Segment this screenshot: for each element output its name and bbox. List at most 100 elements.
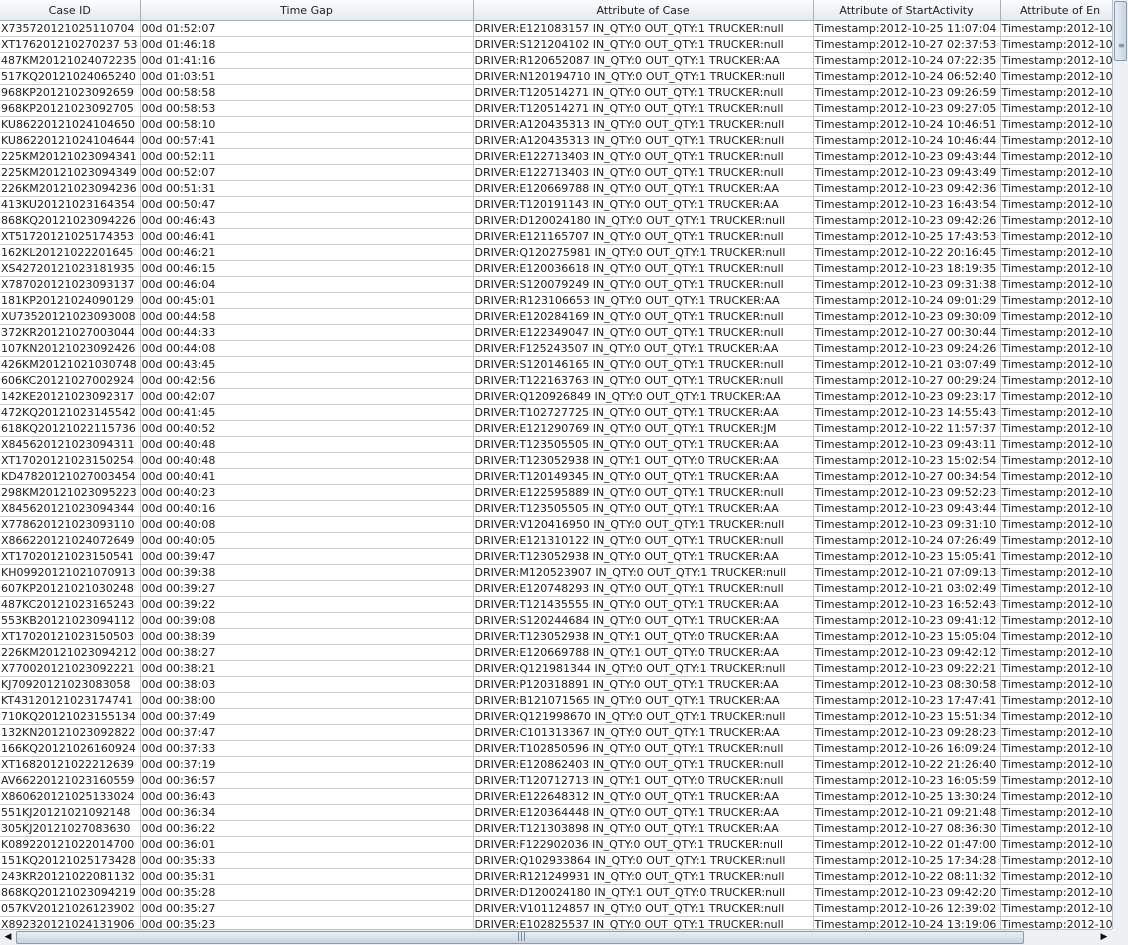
cell-case-id[interactable]: 968KP20121023092705 xyxy=(0,100,141,117)
cell-start-activity[interactable]: Timestamp:2012-10-23 15:51:34 xyxy=(813,708,1001,725)
table-row[interactable]: XT16820121022212639 00d 00:37:19 DRIVER:E1… xyxy=(0,756,1112,773)
cell-end-activity[interactable]: Timestamp:2012-10 xyxy=(1000,868,1112,885)
cell-start-activity[interactable]: Timestamp:2012-10-27 08:36:30 xyxy=(813,820,1001,837)
cell-attribute-of-case[interactable]: DRIVER:S120079249 IN_QTY:0 OUT_QTY:1 TRU… xyxy=(473,276,814,293)
cell-time-gap[interactable]: 00d 00:38:00 xyxy=(140,692,474,709)
cell-case-id[interactable]: 107KN20121023092426 xyxy=(0,340,141,357)
cell-start-activity[interactable]: Timestamp:2012-10-25 17:34:28 xyxy=(813,852,1001,869)
cell-start-activity[interactable]: Timestamp:2012-10-23 09:30:09 xyxy=(813,308,1001,325)
table-row[interactable]: 968KP20121023092659 00d 00:58:58 DRIVER:T1… xyxy=(0,84,1112,101)
cell-time-gap[interactable]: 00d 00:40:05 xyxy=(140,532,474,549)
cell-end-activity[interactable]: Timestamp:2012-10 xyxy=(1000,596,1112,613)
cell-start-activity[interactable]: Timestamp:2012-10-24 13:19:06 xyxy=(813,916,1001,929)
cell-time-gap[interactable]: 00d 00:37:47 xyxy=(140,724,474,741)
cell-case-id[interactable]: XT16820121022212639 xyxy=(0,756,141,773)
cell-start-activity[interactable]: Timestamp:2012-10-25 11:07:04 xyxy=(813,20,1001,37)
cell-case-id[interactable]: XU73520121023093008 xyxy=(0,308,141,325)
cell-attribute-of-case[interactable]: DRIVER:Q102933864 IN_QTY:0 OUT_QTY:1 TRU… xyxy=(473,852,814,869)
cell-attribute-of-case[interactable]: DRIVER:E122349047 IN_QTY:0 OUT_QTY:1 TRU… xyxy=(473,324,814,341)
table-row[interactable]: 372KR20121027003044 00d 00:44:33 DRIVER:E1… xyxy=(0,324,1112,341)
cell-end-activity[interactable]: Timestamp:2012-10 xyxy=(1000,164,1112,181)
cell-attribute-of-case[interactable]: DRIVER:E122595889 IN_QTY:0 OUT_QTY:1 TRU… xyxy=(473,484,814,501)
cell-case-id[interactable]: KU86220121024104644 xyxy=(0,132,141,149)
cell-time-gap[interactable]: 00d 00:36:57 xyxy=(140,772,474,789)
table-row[interactable]: X860620121025133024 00d 00:36:43 DRIVER:E1… xyxy=(0,788,1112,805)
table-row[interactable]: 162KL20121022201645 00d 00:46:21 DRIVER:Q1… xyxy=(0,244,1112,261)
cell-case-id[interactable]: 225KM20121023094341 xyxy=(0,148,141,165)
cell-case-id[interactable]: 517KQ20121024065240 xyxy=(0,68,141,85)
cell-attribute-of-case[interactable]: DRIVER:Q120275981 IN_QTY:0 OUT_QTY:1 TRU… xyxy=(473,244,814,261)
cell-start-activity[interactable]: Timestamp:2012-10-24 06:52:40 xyxy=(813,68,1001,85)
cell-time-gap[interactable]: 00d 01:46:18 xyxy=(140,36,474,53)
cell-time-gap[interactable]: 00d 00:43:45 xyxy=(140,356,474,373)
cell-time-gap[interactable]: 00d 00:58:58 xyxy=(140,84,474,101)
cell-start-activity[interactable]: Timestamp:2012-10-22 21:26:40 xyxy=(813,756,1001,773)
cell-end-activity[interactable]: Timestamp:2012-10 xyxy=(1000,260,1112,277)
cell-start-activity[interactable]: Timestamp:2012-10-25 13:30:24 xyxy=(813,788,1001,805)
cell-start-activity[interactable]: Timestamp:2012-10-23 09:23:17 xyxy=(813,388,1001,405)
cell-end-activity[interactable]: Timestamp:2012-10 xyxy=(1000,228,1112,245)
cell-case-id[interactable]: 372KR20121027003044 xyxy=(0,324,141,341)
horizontal-scroll-thumb[interactable]: ||| xyxy=(16,931,1024,944)
table-row[interactable]: 181KP20121024090129 00d 00:45:01 DRIVER:R1… xyxy=(0,292,1112,309)
horizontal-scrollbar[interactable]: ◀ ||| ▶ xyxy=(0,929,1112,945)
cell-end-activity[interactable]: Timestamp:2012-10 xyxy=(1000,564,1112,581)
table-row[interactable]: 305KJ20121027083630 00d 00:36:22 DRIVER:T1… xyxy=(0,820,1112,837)
cell-case-id[interactable]: 426KM20121021030748 xyxy=(0,356,141,373)
cell-case-id[interactable]: X860620121025133024 xyxy=(0,788,141,805)
cell-end-activity[interactable]: Timestamp:2012-10 xyxy=(1000,804,1112,821)
cell-end-activity[interactable]: Timestamp:2012-10 xyxy=(1000,788,1112,805)
cell-start-activity[interactable]: Timestamp:2012-10-23 09:31:10 xyxy=(813,516,1001,533)
table-row[interactable]: XT17020121023150503 00d 00:38:39 DRIVER:T1… xyxy=(0,628,1112,645)
cell-case-id[interactable]: 181KP20121024090129 xyxy=(0,292,141,309)
cell-start-activity[interactable]: Timestamp:2012-10-23 09:28:23 xyxy=(813,724,1001,741)
cell-time-gap[interactable]: 00d 00:39:27 xyxy=(140,580,474,597)
cell-end-activity[interactable]: Timestamp:2012-10 xyxy=(1000,68,1112,85)
cell-time-gap[interactable]: 00d 00:35:23 xyxy=(140,916,474,929)
cell-end-activity[interactable]: Timestamp:2012-10 xyxy=(1000,884,1112,901)
cell-case-id[interactable]: X778620121023093110 xyxy=(0,516,141,533)
cell-attribute-of-case[interactable]: DRIVER:T120712713 IN_QTY:1 OUT_QTY:0 TRU… xyxy=(473,772,814,789)
cell-start-activity[interactable]: Timestamp:2012-10-24 07:22:35 xyxy=(813,52,1001,69)
cell-start-activity[interactable]: Timestamp:2012-10-23 14:55:43 xyxy=(813,404,1001,421)
cell-start-activity[interactable]: Timestamp:2012-10-21 07:09:13 xyxy=(813,564,1001,581)
cell-start-activity[interactable]: Timestamp:2012-10-22 01:47:00 xyxy=(813,836,1001,853)
table-row[interactable]: X778620121023093110 00d 00:40:08 DRIVER:V1… xyxy=(0,516,1112,533)
cell-attribute-of-case[interactable]: DRIVER:M120523907 IN_QTY:0 OUT_QTY:1 TRU… xyxy=(473,564,814,581)
table-row[interactable]: X845620121023094344 00d 00:40:16 DRIVER:T1… xyxy=(0,500,1112,517)
cell-case-id[interactable]: KD47820121027003454 xyxy=(0,468,141,485)
cell-time-gap[interactable]: 00d 00:52:07 xyxy=(140,164,474,181)
cell-end-activity[interactable]: Timestamp:2012-10 xyxy=(1000,708,1112,725)
cell-attribute-of-case[interactable]: DRIVER:E120669788 IN_QTY:1 OUT_QTY:0 TRU… xyxy=(473,644,814,661)
cell-case-id[interactable]: AV66220121023160559 xyxy=(0,772,141,789)
cell-time-gap[interactable]: 00d 00:44:58 xyxy=(140,308,474,325)
cell-case-id[interactable]: XS42720121023181935 xyxy=(0,260,141,277)
cell-end-activity[interactable]: Timestamp:2012-10 xyxy=(1000,404,1112,421)
cell-attribute-of-case[interactable]: DRIVER:R121249931 IN_QTY:0 OUT_QTY:1 TRU… xyxy=(473,868,814,885)
cell-end-activity[interactable]: Timestamp:2012-10 xyxy=(1000,676,1112,693)
cell-start-activity[interactable]: Timestamp:2012-10-23 09:24:26 xyxy=(813,340,1001,357)
cell-attribute-of-case[interactable]: DRIVER:A120435313 IN_QTY:0 OUT_QTY:1 TRU… xyxy=(473,116,814,133)
cell-time-gap[interactable]: 00d 00:58:10 xyxy=(140,116,474,133)
table-row[interactable]: KD47820121027003454 00d 00:40:41 DRIVER:T1… xyxy=(0,468,1112,485)
table-row[interactable]: X770020121023092221 00d 00:38:21 DRIVER:Q1… xyxy=(0,660,1112,677)
cell-end-activity[interactable]: Timestamp:2012-10 xyxy=(1000,692,1112,709)
cell-start-activity[interactable]: Timestamp:2012-10-21 09:21:48 xyxy=(813,804,1001,821)
cell-start-activity[interactable]: Timestamp:2012-10-23 09:42:20 xyxy=(813,884,1001,901)
cell-case-id[interactable]: K089220121022014700 xyxy=(0,836,141,853)
cell-start-activity[interactable]: Timestamp:2012-10-23 15:05:04 xyxy=(813,628,1001,645)
cell-end-activity[interactable]: Timestamp:2012-10 xyxy=(1000,820,1112,837)
cell-time-gap[interactable]: 00d 00:35:27 xyxy=(140,900,474,917)
table-row[interactable]: KJ70920121023083058 00d 00:38:03 DRIVER:P1… xyxy=(0,676,1112,693)
cell-time-gap[interactable]: 00d 00:46:15 xyxy=(140,260,474,277)
cell-time-gap[interactable]: 00d 00:40:08 xyxy=(140,516,474,533)
cell-case-id[interactable]: XT51720121025174353 xyxy=(0,228,141,245)
cell-attribute-of-case[interactable]: DRIVER:E120748293 IN_QTY:0 OUT_QTY:1 TRU… xyxy=(473,580,814,597)
table-row[interactable]: XS42720121023181935 00d 00:46:15 DRIVER:E1… xyxy=(0,260,1112,277)
cell-time-gap[interactable]: 00d 00:40:23 xyxy=(140,484,474,501)
cell-time-gap[interactable]: 00d 00:38:27 xyxy=(140,644,474,661)
cell-attribute-of-case[interactable]: DRIVER:Q120926849 IN_QTY:0 OUT_QTY:1 TRU… xyxy=(473,388,814,405)
cell-case-id[interactable]: KT43120121023174741 xyxy=(0,692,141,709)
table-row[interactable]: 487KC20121023165243 00d 00:39:22 DRIVER:T1… xyxy=(0,596,1112,613)
cell-case-id[interactable]: 606KC20121027002924 xyxy=(0,372,141,389)
